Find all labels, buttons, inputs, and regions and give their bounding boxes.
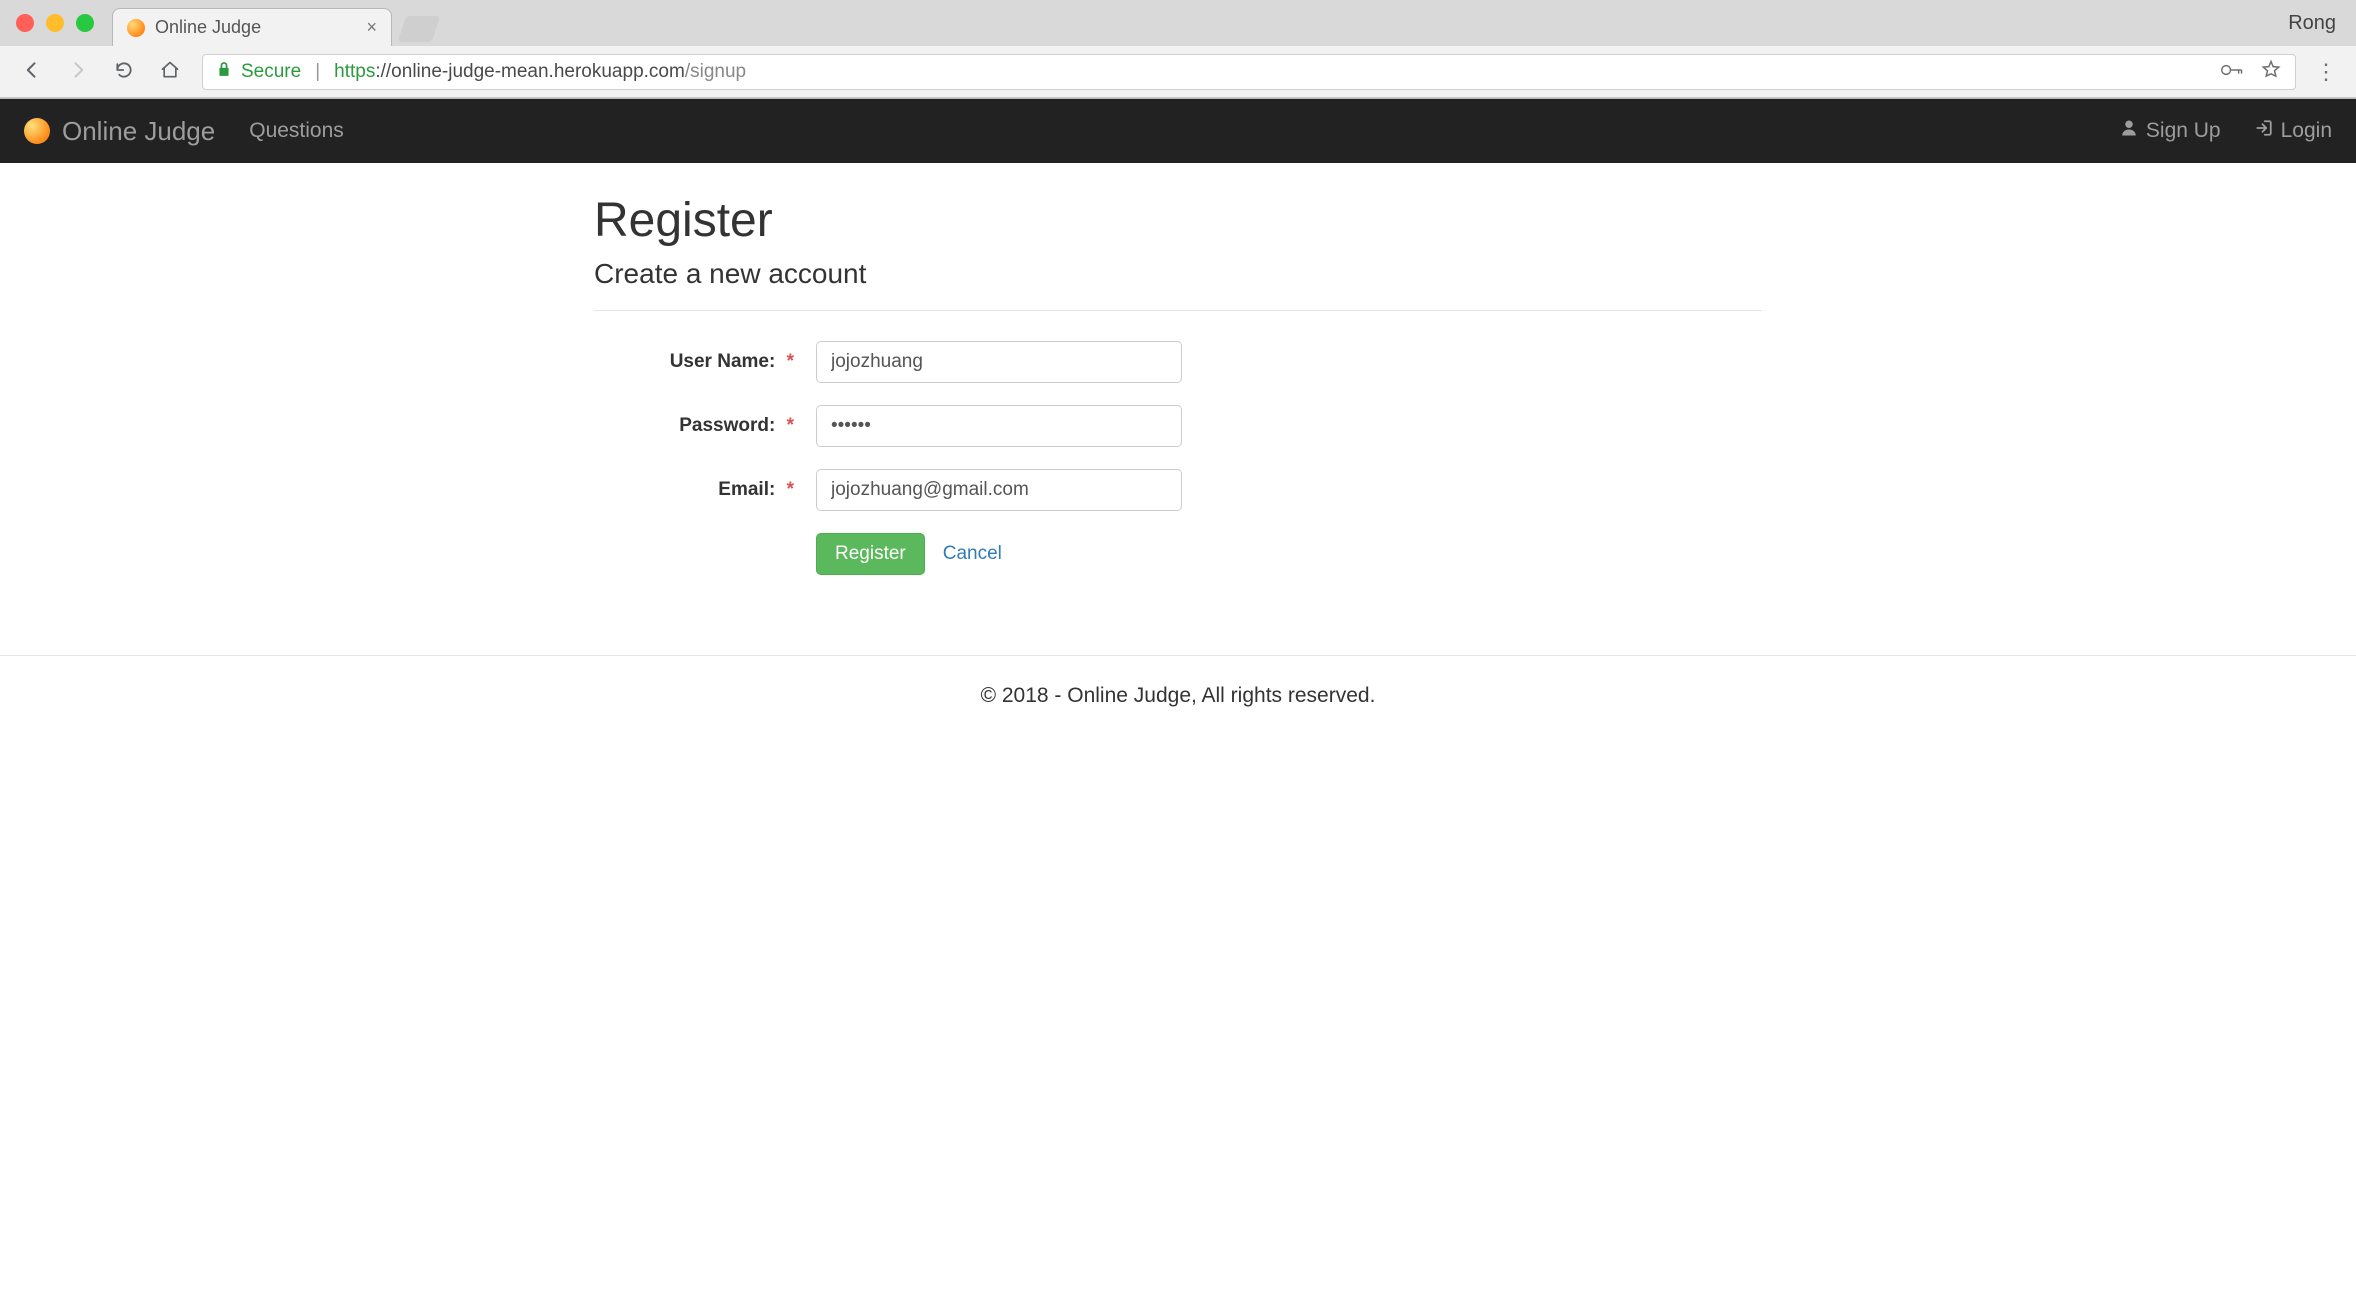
nav-link-signup-label: Sign Up: [2146, 119, 2221, 143]
tab-title: Online Judge: [155, 17, 356, 38]
secure-label: Secure: [241, 61, 301, 83]
new-tab-button[interactable]: [398, 16, 440, 42]
brand[interactable]: Online Judge: [24, 116, 215, 147]
required-marker: *: [787, 415, 794, 436]
password-label: Password: *: [594, 415, 794, 437]
browser-chrome: Online Judge × Rong Secure | https://onl…: [0, 0, 2356, 99]
reload-icon: [114, 60, 134, 80]
browser-tabbar: Online Judge × Rong: [0, 0, 2356, 46]
address-bar[interactable]: Secure | https://online-judge-mean.herok…: [202, 54, 2296, 90]
window-minimize-icon[interactable]: [46, 14, 64, 32]
home-button[interactable]: [156, 56, 184, 87]
browser-toolbar: Secure | https://online-judge-mean.herok…: [0, 46, 2356, 98]
nav-right: Sign Up Login: [2120, 119, 2332, 143]
chrome-menu-button[interactable]: ⋮: [2314, 59, 2338, 85]
user-icon: [2120, 119, 2138, 143]
page-container: Register Create a new account User Name:…: [594, 193, 1762, 615]
brand-title: Online Judge: [62, 116, 215, 147]
footer-text: © 2018 - Online Judge, All rights reserv…: [0, 656, 2356, 740]
lock-icon: [217, 61, 231, 82]
window-controls: [16, 14, 94, 32]
bookmark-star-icon[interactable]: [2261, 59, 2281, 85]
username-input[interactable]: [816, 341, 1182, 383]
page-title: Register: [594, 193, 1762, 248]
nav-link-login[interactable]: Login: [2255, 119, 2332, 143]
required-marker: *: [787, 479, 794, 500]
required-marker: *: [787, 351, 794, 372]
form-row-email: Email: *: [594, 469, 1762, 511]
password-input[interactable]: [816, 405, 1182, 447]
nav-link-login-label: Login: [2281, 119, 2332, 143]
form-row-password: Password: *: [594, 405, 1762, 447]
brand-logo-icon: [24, 118, 50, 144]
browser-tab[interactable]: Online Judge ×: [112, 8, 392, 46]
cancel-link[interactable]: Cancel: [943, 543, 1002, 565]
email-label: Email: *: [594, 479, 794, 501]
tab-favicon-icon: [127, 19, 145, 37]
email-input[interactable]: [816, 469, 1182, 511]
nav-link-questions[interactable]: Questions: [249, 119, 344, 143]
app-navbar: Online Judge Questions Sign Up Login: [0, 99, 2356, 163]
chrome-profile-label[interactable]: Rong: [2288, 12, 2336, 35]
divider: [594, 310, 1762, 311]
back-button[interactable]: [18, 56, 46, 87]
url-separator: |: [311, 61, 324, 83]
saved-password-icon[interactable]: [2221, 61, 2243, 83]
home-icon: [160, 60, 180, 80]
window-maximize-icon[interactable]: [76, 14, 94, 32]
form-row-username: User Name: *: [594, 341, 1762, 383]
reload-button[interactable]: [110, 56, 138, 87]
forward-button: [64, 56, 92, 87]
nav-links: Questions: [249, 119, 344, 143]
url-text: https://online-judge-mean.herokuapp.com/…: [334, 61, 746, 83]
register-button[interactable]: Register: [816, 533, 925, 575]
window-close-icon[interactable]: [16, 14, 34, 32]
arrow-right-icon: [68, 60, 88, 80]
form-actions: Register Cancel: [816, 533, 1762, 575]
login-icon: [2255, 119, 2273, 143]
nav-link-signup[interactable]: Sign Up: [2120, 119, 2221, 143]
arrow-left-icon: [22, 60, 42, 80]
tab-close-icon[interactable]: ×: [366, 17, 377, 38]
page-subtitle: Create a new account: [594, 258, 1762, 290]
username-label: User Name: *: [594, 351, 794, 373]
